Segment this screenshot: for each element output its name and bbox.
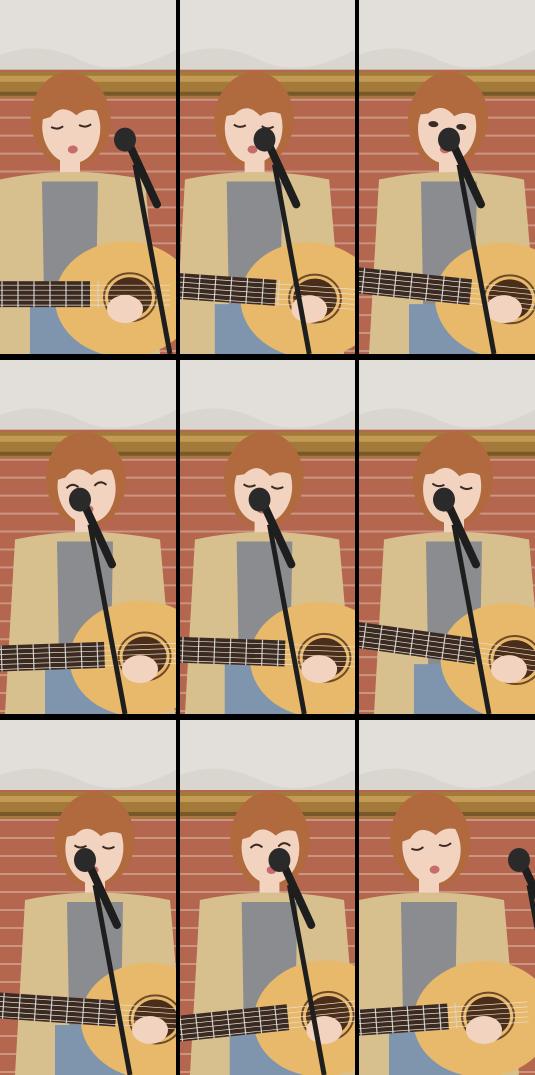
photo-grid: [0, 0, 535, 1075]
performer-photo: [180, 360, 355, 714]
performer-photo: [359, 720, 535, 1075]
performer-photo: [180, 0, 355, 354]
photo-frame-1: [0, 0, 176, 354]
photo-frame-2: [180, 0, 355, 354]
performer-photo: [180, 720, 355, 1075]
photo-frame-5: [180, 360, 355, 714]
photo-frame-8: [180, 720, 355, 1075]
photo-frame-4: [0, 360, 176, 714]
photo-frame-3: [359, 0, 535, 354]
performer-photo: [0, 720, 176, 1075]
photo-frame-7: [0, 720, 176, 1075]
photo-frame-6: [359, 360, 535, 714]
performer-photo: [359, 0, 535, 354]
performer-photo: [0, 360, 176, 714]
photo-frame-9: [359, 720, 535, 1075]
performer-photo: [0, 0, 176, 354]
performer-photo: [359, 360, 535, 714]
